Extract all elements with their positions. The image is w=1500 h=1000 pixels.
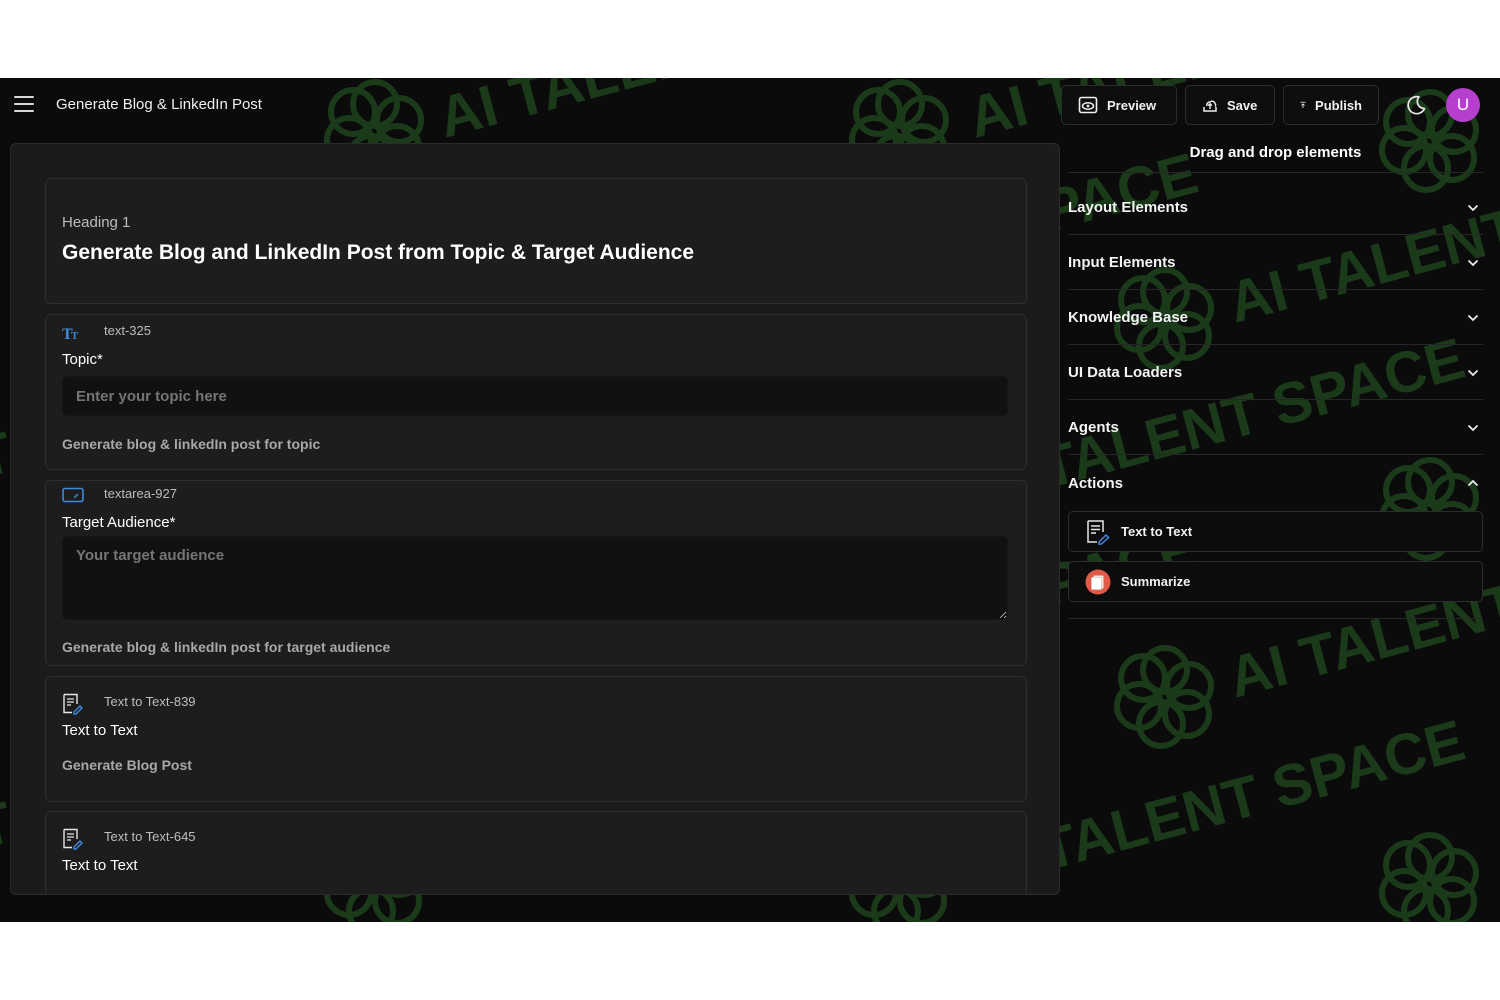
accordion-layout-elements[interactable]: Layout Elements bbox=[1068, 181, 1483, 235]
text-to-text-card[interactable]: Text to Text-645 Text to Text bbox=[45, 811, 1027, 894]
text-to-text-card[interactable]: Text to Text-839 Text to Text Generate B… bbox=[45, 676, 1027, 802]
audience-card[interactable]: textarea-927 Target Audience* Generate b… bbox=[45, 480, 1027, 666]
accordion-knowledge-base[interactable]: Knowledge Base bbox=[1068, 291, 1483, 345]
action-label: Summarize bbox=[1121, 574, 1191, 589]
audience-label: Target Audience* bbox=[62, 514, 176, 531]
heading-text: Generate Blog and LinkedIn Post from Top… bbox=[62, 241, 695, 264]
text-to-text-label: Text to Text bbox=[62, 722, 138, 739]
watermark-text: AI TALENT SPACE bbox=[432, 78, 942, 151]
topic-card[interactable]: T T text-325 Topic* Generate blog & link… bbox=[45, 314, 1027, 470]
panel-divider bbox=[1068, 172, 1483, 173]
summarize-icon bbox=[1085, 569, 1111, 594]
document-edit-icon bbox=[63, 828, 83, 850]
preview-button[interactable]: Preview bbox=[1061, 85, 1177, 125]
chevron-down-icon bbox=[1467, 204, 1479, 211]
chevron-up-icon bbox=[1467, 479, 1479, 487]
heading-card[interactable]: Heading 1 Generate Blog and LinkedIn Pos… bbox=[45, 178, 1027, 304]
accordion-label: UI Data Loaders bbox=[1068, 364, 1183, 381]
audience-tag: textarea-927 bbox=[104, 486, 177, 501]
accordion-agents[interactable]: Agents bbox=[1068, 401, 1483, 455]
publish-button[interactable]: Publish bbox=[1283, 85, 1379, 125]
svg-text:T: T bbox=[71, 330, 79, 341]
chevron-down-icon bbox=[1467, 424, 1479, 431]
text-to-text-tag: Text to Text-839 bbox=[104, 694, 196, 709]
accordion-label: Layout Elements bbox=[1068, 199, 1189, 216]
hamburger-menu-icon[interactable] bbox=[14, 96, 34, 112]
action-label: Text to Text bbox=[1121, 524, 1193, 539]
chevron-down-icon bbox=[1467, 259, 1479, 266]
page-title: Generate Blog & LinkedIn Post bbox=[56, 96, 262, 113]
save-label: Save bbox=[1227, 97, 1258, 113]
preview-label: Preview bbox=[1107, 97, 1157, 113]
document-edit-icon bbox=[1087, 519, 1110, 545]
save-button[interactable]: Save bbox=[1185, 85, 1275, 125]
accordion-label: Knowledge Base bbox=[1068, 309, 1189, 326]
text-to-text-help-text: Generate Blog Post bbox=[62, 757, 192, 773]
preview-icon bbox=[1078, 96, 1098, 114]
topic-input[interactable] bbox=[62, 376, 1008, 416]
publish-icon bbox=[1300, 101, 1306, 109]
textarea-type-icon bbox=[62, 487, 84, 503]
app-window: AI TALENT SPACE AI TALENT SPACE AI TALEN… bbox=[0, 78, 1500, 922]
accordion-label: Agents bbox=[1068, 419, 1119, 436]
text-type-icon: T T bbox=[62, 326, 79, 341]
form-canvas: Heading 1 Generate Blog and LinkedIn Pos… bbox=[10, 143, 1060, 895]
audience-textarea[interactable] bbox=[62, 536, 1008, 620]
topic-label: Topic* bbox=[62, 351, 103, 368]
panel-title: Drag and drop elements bbox=[1189, 144, 1362, 161]
moon-icon[interactable] bbox=[1405, 94, 1427, 116]
action-summarize[interactable]: Summarize bbox=[1068, 561, 1483, 602]
text-to-text-label: Text to Text bbox=[62, 857, 138, 874]
accordion-input-elements[interactable]: Input Elements bbox=[1068, 236, 1483, 290]
chevron-down-icon bbox=[1467, 369, 1479, 376]
panel-divider bbox=[1068, 618, 1483, 619]
avatar[interactable]: U bbox=[1446, 88, 1480, 122]
accordion-ui-data-loaders[interactable]: UI Data Loaders bbox=[1068, 346, 1483, 400]
document-edit-icon bbox=[63, 693, 83, 715]
heading-type-label: Heading 1 bbox=[62, 214, 131, 231]
text-to-text-tag: Text to Text-645 bbox=[104, 829, 196, 844]
topic-help-text: Generate blog & linkedIn post for topic bbox=[62, 436, 321, 452]
chevron-down-icon bbox=[1467, 314, 1479, 321]
accordion-actions[interactable]: Actions bbox=[1068, 456, 1483, 510]
audience-help-text: Generate blog & linkedIn post for target… bbox=[62, 639, 391, 655]
publish-label: Publish bbox=[1315, 97, 1362, 113]
accordion-label: Input Elements bbox=[1068, 254, 1176, 271]
action-text-to-text[interactable]: Text to Text bbox=[1068, 511, 1483, 552]
topic-tag: text-325 bbox=[104, 323, 151, 338]
cloud-upload-icon bbox=[1203, 100, 1217, 112]
accordion-label: Actions bbox=[1068, 474, 1124, 492]
